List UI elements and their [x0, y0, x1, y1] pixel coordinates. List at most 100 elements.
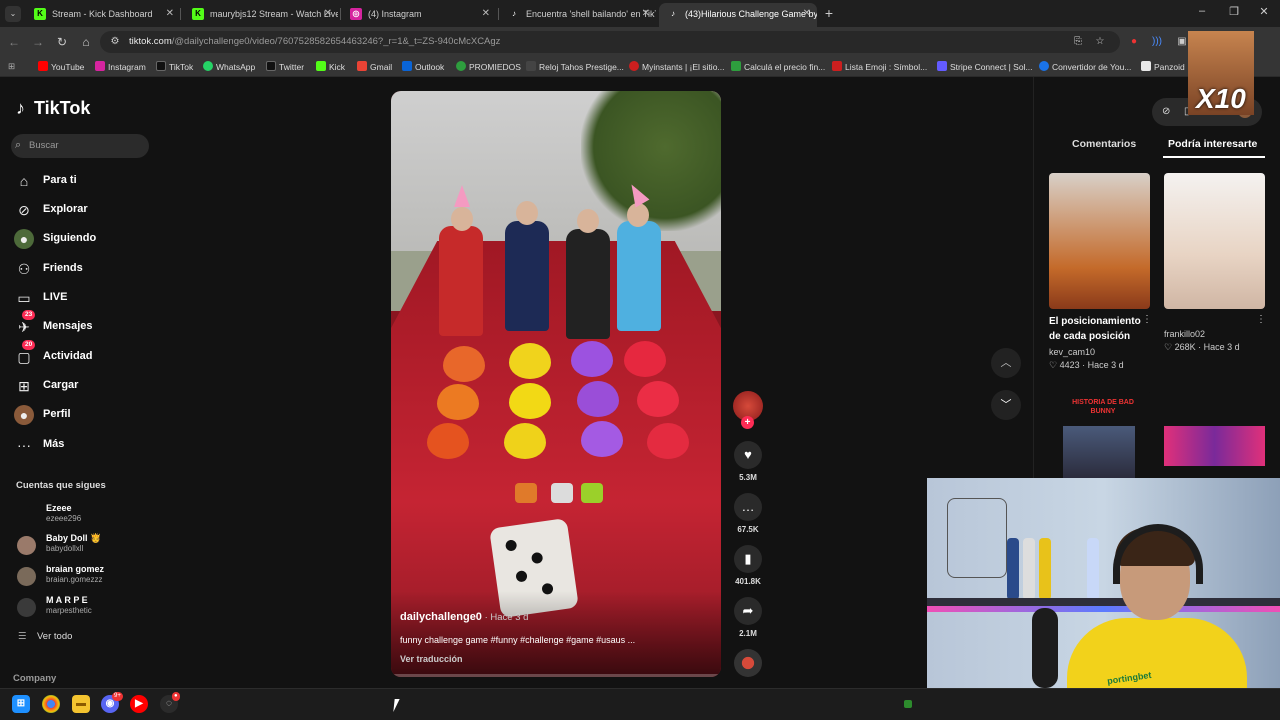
- reload-icon[interactable]: ↻: [54, 34, 70, 50]
- suggested-video-thumbnail[interactable]: [1049, 173, 1150, 309]
- suggested-video-thumbnail[interactable]: [1164, 173, 1265, 309]
- chrome-icon[interactable]: [42, 695, 60, 713]
- close-tab-icon[interactable]: ✕: [642, 3, 650, 25]
- browser-tab-instagram[interactable]: ◎ (4) Instagram ✕: [342, 3, 496, 27]
- tab-comentarios[interactable]: Comentarios: [1072, 138, 1136, 150]
- save-action[interactable]: ▮ 401.8K: [732, 545, 764, 586]
- suggested-video-user[interactable]: frankillo02: [1164, 329, 1205, 339]
- browser-tab-kick-dashboard[interactable]: K Stream - Kick Dashboard ✕: [26, 3, 180, 27]
- file-explorer-icon[interactable]: ▬: [72, 695, 90, 713]
- home-icon[interactable]: ⌂: [78, 34, 94, 50]
- nav-cargar[interactable]: ⊞ Cargar: [14, 375, 164, 397]
- nav-mensajes[interactable]: ✈ 23 Mensajes: [14, 310, 164, 338]
- video-description[interactable]: funny challenge game #funny #challenge #…: [400, 635, 635, 645]
- like-action[interactable]: ♥ 5.3M: [732, 441, 764, 482]
- account-name: Baby Doll 🫅: [46, 533, 102, 543]
- install-app-icon[interactable]: ⎘: [1071, 35, 1085, 49]
- tray-nvidia-icon[interactable]: [904, 700, 912, 708]
- next-video-button[interactable]: ﹀: [991, 390, 1021, 420]
- close-tab-icon[interactable]: ✕: [803, 3, 811, 25]
- url-text[interactable]: tiktok.com/@dailychallenge0/video/760752…: [129, 36, 500, 47]
- suggested-video-title[interactable]: El posicionamiento de cada posición: [1049, 314, 1149, 344]
- previous-video-button[interactable]: ︿: [991, 348, 1021, 378]
- tiktok-logo[interactable]: ♪ TikTok: [16, 98, 90, 119]
- bookmark-whatsapp[interactable]: WhatsApp: [203, 61, 255, 72]
- search-input[interactable]: ⌕ Buscar: [11, 134, 149, 158]
- extension-audio-icon[interactable]: ))): [1150, 35, 1164, 49]
- browser-tab-tiktok-search[interactable]: ♪ Encuentra 'shell bailando' en TikTok ✕: [500, 3, 656, 27]
- maximize-icon[interactable]: ❐: [1224, 5, 1244, 18]
- nav-actividad[interactable]: ▢ 20 Actividad: [14, 340, 164, 368]
- browser-tab-tiktok-video[interactable]: ♪ (43)Hilarious Challenge Game by ✕: [659, 3, 817, 27]
- messages-icon: ✈: [18, 319, 30, 335]
- nav-explorar[interactable]: ⊘ Explorar: [14, 199, 164, 221]
- share-icon: ➦: [734, 597, 762, 625]
- bookmark-reloj[interactable]: Reloj Tahos Prestige...: [526, 61, 624, 72]
- follow-plus-icon[interactable]: +: [741, 416, 754, 429]
- close-window-icon[interactable]: ✕: [1254, 5, 1274, 18]
- following-account[interactable]: Ezeee ezeee296: [17, 503, 167, 529]
- globe-icon: [1039, 61, 1049, 71]
- extensions-icon[interactable]: ▣: [1175, 35, 1189, 49]
- following-account[interactable]: braian gomez braian.gomezzz: [17, 564, 167, 590]
- nav-live[interactable]: ▭ LIVE: [14, 287, 164, 309]
- bookmark-outlook[interactable]: Outlook: [402, 61, 444, 72]
- forward-icon[interactable]: →: [30, 34, 46, 50]
- share-action[interactable]: ➦ 2.1M: [732, 597, 764, 638]
- company-link[interactable]: Company: [13, 673, 56, 684]
- extension-red-icon[interactable]: ●: [1127, 35, 1141, 49]
- bookmark-star-icon[interactable]: ☆: [1093, 35, 1107, 49]
- bookmark-emoji[interactable]: Lista Emoji : Símbol...: [832, 61, 927, 72]
- following-account[interactable]: M A R P Emarpesthetic: [17, 595, 167, 621]
- bookmark-panzoid[interactable]: Panzoid: [1141, 61, 1185, 72]
- bookmark-tiktok[interactable]: TikTok: [156, 61, 193, 72]
- tab-podria-interesarte[interactable]: Podría interesarte: [1168, 138, 1257, 150]
- bookmark-label: Outlook: [415, 62, 445, 72]
- back-icon[interactable]: ←: [6, 34, 22, 50]
- bookmark-youtube[interactable]: YouTube: [38, 61, 84, 72]
- messages-badge: 23: [22, 310, 36, 320]
- bookmark-instagram[interactable]: Instagram: [95, 61, 146, 72]
- close-tab-icon[interactable]: ✕: [166, 3, 174, 25]
- nav-friends[interactable]: ⚇ Friends: [14, 258, 164, 280]
- close-tab-icon[interactable]: ✕: [324, 3, 332, 25]
- bookmark-gmail[interactable]: Gmail: [357, 61, 392, 72]
- site-info-icon[interactable]: ⚙: [108, 35, 122, 49]
- see-all-link[interactable]: ☰ Ver todo: [18, 631, 72, 642]
- minimize-icon[interactable]: –: [1192, 5, 1212, 17]
- bookmark-kick[interactable]: Kick: [316, 61, 345, 72]
- bookmark-convertidor[interactable]: Convertidor de You...: [1039, 61, 1131, 72]
- bookmark-myinstants[interactable]: Myinstants | ¡El sitio...: [629, 61, 725, 72]
- new-tab-button[interactable]: +: [821, 5, 837, 21]
- nav-mas[interactable]: ··· Más: [14, 434, 164, 456]
- translate-link[interactable]: Ver traducción: [400, 654, 463, 664]
- bookmark-calcula[interactable]: Calculá el precio fin...: [731, 61, 825, 72]
- suggested-video-thumbnail[interactable]: HISTORIA DE BAD BUNNY: [1049, 390, 1150, 480]
- video-player[interactable]: dailychallenge0 · Hace 3 d funny challen…: [391, 91, 721, 677]
- music-disc-icon[interactable]: [734, 649, 762, 677]
- bookmark-stripe[interactable]: Stripe Connect | Sol...: [937, 61, 1033, 72]
- close-tab-icon[interactable]: ✕: [482, 3, 490, 25]
- balloon-red: [637, 381, 679, 417]
- tiktok-icon: [156, 61, 166, 71]
- nav-para-ti[interactable]: ⌂ Para ti: [14, 170, 164, 192]
- nav-perfil[interactable]: ● Perfil: [14, 404, 164, 426]
- suggested-video-user[interactable]: kev_cam10: [1049, 347, 1095, 357]
- tab-search-button[interactable]: ⌄: [5, 6, 21, 22]
- more-options-icon[interactable]: ⋮: [1256, 314, 1266, 325]
- more-options-icon[interactable]: ⋮: [1142, 314, 1152, 325]
- nav-siguiendo[interactable]: ● Siguiendo: [14, 228, 164, 250]
- bookmark-promiedos[interactable]: PROMIEDOS: [456, 61, 521, 72]
- video-author[interactable]: dailychallenge0 · Hace 3 d: [400, 611, 528, 623]
- windows-start-icon[interactable]: ⊞: [12, 695, 30, 713]
- apps-grid-icon[interactable]: ⊞: [8, 61, 15, 72]
- comment-action[interactable]: … 67.5K: [732, 493, 764, 534]
- browser-tab-kick-stream[interactable]: K maurybjs12 Stream - Watch Live ✕: [184, 3, 338, 27]
- video-progress-bar[interactable]: [391, 674, 721, 677]
- bookmark-label: Stripe Connect | Sol...: [950, 62, 1033, 72]
- youtube-music-icon[interactable]: ▶: [130, 695, 148, 713]
- following-account[interactable]: Baby Doll 🫅 babydollxll: [17, 533, 167, 559]
- compass-icon[interactable]: ⊘: [1162, 106, 1170, 117]
- bookmark-twitter[interactable]: Twitter: [266, 61, 304, 72]
- suggested-video-thumbnail[interactable]: [1164, 390, 1265, 480]
